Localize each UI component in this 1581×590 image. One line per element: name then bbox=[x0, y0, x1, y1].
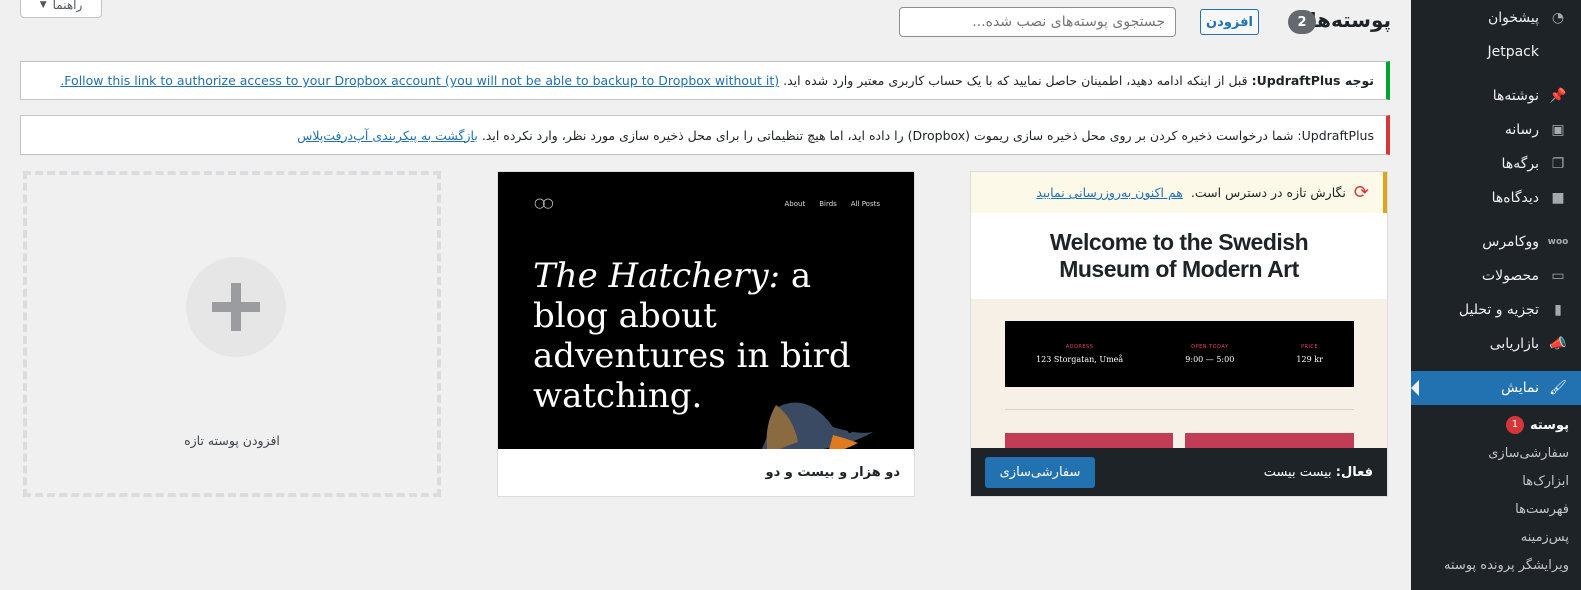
pin-icon: 📌 bbox=[1549, 88, 1567, 104]
dashboard-icon: ◔ bbox=[1551, 10, 1565, 26]
submenu-background[interactable]: پس‌زمینه bbox=[1411, 523, 1581, 551]
help-tab-button[interactable]: ▼ راهنما bbox=[20, 0, 102, 18]
info-hours: OPEN TODAY 9:00 — 5:00 bbox=[1185, 344, 1235, 364]
theme-search-input[interactable] bbox=[899, 7, 1176, 37]
preview-block bbox=[1185, 433, 1354, 449]
caret-down-icon: ▼ bbox=[39, 0, 47, 10]
sidebar-item-label: نمایش bbox=[1500, 380, 1539, 396]
notice-text: قبل از اینکه ادامه دهید، اطمینان حاصل نم… bbox=[783, 73, 1248, 88]
dropbox-authorize-link[interactable]: Follow this link to authorize access to … bbox=[60, 73, 779, 88]
preview-info-bar: ADDRESS 123 Storgatan, Umeå OPEN TODAY 9… bbox=[1005, 321, 1354, 387]
update-text: نگارش تازه در دسترس است. bbox=[1190, 185, 1346, 200]
site-logo-icon: ○○ bbox=[534, 196, 554, 211]
sidebar-item-marketing[interactable]: 📣 بازاریابی bbox=[1411, 327, 1581, 361]
theme-name: دو هزار و بیست و دو bbox=[765, 464, 900, 480]
plus-icon bbox=[186, 257, 286, 357]
submenu-theme-editor[interactable]: ویرایشگر پرونده پوسته bbox=[1411, 551, 1581, 579]
info-price: PRICE 129 kr bbox=[1296, 344, 1323, 364]
theme-actions: سفارشی‌سازی bbox=[971, 456, 1095, 488]
sidebar-item-posts[interactable]: 📌 نوشته‌ها bbox=[1411, 79, 1581, 113]
theme-card[interactable]: ○○ About Birds All Posts The Hatchery: a… bbox=[497, 171, 915, 497]
sidebar-item-label: دیدگاه‌ها bbox=[1491, 190, 1539, 206]
add-new-theme-card[interactable]: افزودن پوسته تازه bbox=[23, 171, 441, 497]
sidebar-item-label: محصولات bbox=[1481, 268, 1539, 284]
add-new-theme-label: افزودن پوسته تازه bbox=[184, 433, 280, 448]
remote-storage-notice: UpdraftPlus: شما درخواست ذخیره کردن بر ر… bbox=[20, 115, 1390, 155]
notice-text: UpdraftPlus: شما درخواست ذخیره کردن بر ر… bbox=[481, 127, 1374, 143]
sidebar-item-label: برگه‌ها bbox=[1501, 156, 1539, 172]
sidebar-item-pages[interactable]: ❐ برگه‌ها bbox=[1411, 147, 1581, 181]
sidebar-item-label: ووکامرس bbox=[1482, 234, 1539, 250]
dropbox-auth-notice: توجه UpdraftPlus: قبل از اینکه ادامه دهی… bbox=[20, 61, 1390, 100]
customize-button[interactable]: سفارشی‌سازی bbox=[985, 456, 1095, 488]
sidebar-item-label: بازاریابی bbox=[1489, 336, 1539, 352]
page-title: پوسته‌ها bbox=[1309, 8, 1391, 32]
main-content: ▼ راهنما پوسته‌ها 2 افزودن توجه UpdraftP… bbox=[0, 0, 1411, 590]
submenu-menus[interactable]: فهرست‌ها bbox=[1411, 495, 1581, 523]
woocommerce-icon: woo bbox=[1547, 237, 1569, 247]
sidebar-item-media[interactable]: ▣ رسانه bbox=[1411, 113, 1581, 147]
theme-count-badge: 2 bbox=[1288, 10, 1316, 34]
update-now-link[interactable]: هم اکنون به‌روزرسانی نمایید bbox=[1036, 185, 1183, 200]
sidebar-item-jetpack[interactable]: Jetpack bbox=[1411, 35, 1581, 69]
update-notice: ⟳ نگارش تازه در دسترس است. هم اکنون به‌ر… bbox=[971, 172, 1387, 213]
jetpack-icon bbox=[1547, 42, 1569, 62]
help-label: راهنما bbox=[52, 0, 83, 12]
add-theme-button[interactable]: افزودن bbox=[1200, 9, 1259, 35]
theme-card-footer: فعال: بیست بیست سفارشی‌سازی bbox=[971, 448, 1387, 496]
megaphone-icon: 📣 bbox=[1549, 336, 1567, 352]
theme-card-active[interactable]: ⟳ نگارش تازه در دسترس است. هم اکنون به‌ر… bbox=[970, 171, 1388, 497]
sidebar-item-comments[interactable]: ■ دیدگاه‌ها bbox=[1411, 181, 1581, 215]
media-icon: ▣ bbox=[1551, 122, 1565, 138]
active-theme-name: فعال: بیست بیست bbox=[1263, 464, 1373, 480]
sidebar-item-label: پیشخوان bbox=[1487, 10, 1539, 26]
sidebar-item-label: نوشته‌ها bbox=[1492, 88, 1539, 104]
submenu-widgets[interactable]: ابزارک‌ها bbox=[1411, 467, 1581, 495]
theme-screenshot[interactable]: ○○ About Birds All Posts The Hatchery: a… bbox=[498, 172, 914, 449]
sidebar-item-label: Jetpack bbox=[1487, 44, 1539, 60]
sidebar-item-appearance[interactable]: 🖌 نمایش bbox=[1411, 371, 1581, 405]
sidebar-item-products[interactable]: ▭ محصولات bbox=[1411, 259, 1581, 293]
analytics-icon: ▮ bbox=[1554, 302, 1562, 318]
sidebar-item-label: رسانه bbox=[1504, 122, 1539, 138]
appearance-submenu: پوسته 1 سفارشی‌سازی ابزارک‌ها فهرست‌ها پ… bbox=[1411, 405, 1581, 579]
sync-icon: ⟳ bbox=[1353, 182, 1369, 203]
sidebar-item-woocommerce[interactable]: woo ووکامرس bbox=[1411, 225, 1581, 259]
sidebar-item-analytics[interactable]: ▮ تجزیه و تحلیل bbox=[1411, 293, 1581, 327]
update-count-badge: 1 bbox=[1505, 416, 1524, 434]
theme-screenshot[interactable]: Welcome to the Swedish Museum of Modern … bbox=[971, 213, 1387, 449]
notice-prefix: توجه UpdraftPlus: bbox=[1251, 73, 1374, 88]
preview-block bbox=[1005, 433, 1173, 449]
sidebar-item-dashboard[interactable]: ◔ پیشخوان bbox=[1411, 1, 1581, 35]
products-icon: ▭ bbox=[1551, 268, 1565, 284]
divider bbox=[1005, 409, 1354, 410]
submenu-customize[interactable]: سفارشی‌سازی bbox=[1411, 439, 1581, 467]
info-address: ADDRESS 123 Storgatan, Umeå bbox=[1036, 344, 1124, 364]
theme-card-footer: دو هزار و بیست و دو bbox=[498, 448, 914, 496]
admin-sidebar: ◔ پیشخوان Jetpack 📌 نوشته‌ها ▣ رسانه ❐ ب… bbox=[1411, 0, 1581, 590]
preview-nav: About Birds All Posts bbox=[784, 200, 881, 208]
sidebar-item-label: تجزیه و تحلیل bbox=[1458, 302, 1539, 318]
pages-icon: ❐ bbox=[1551, 156, 1565, 172]
submenu-themes[interactable]: پوسته 1 bbox=[1411, 411, 1581, 439]
comments-icon: ■ bbox=[1551, 190, 1565, 206]
appearance-brush-icon: 🖌 bbox=[1549, 380, 1567, 396]
bird-illustration-icon bbox=[761, 402, 873, 449]
updraft-config-link[interactable]: بازگشت به پیکربندی آپ‌درفت‌پلاس bbox=[297, 128, 478, 143]
preview-title: Welcome to the Swedish Museum of Modern … bbox=[971, 213, 1387, 299]
